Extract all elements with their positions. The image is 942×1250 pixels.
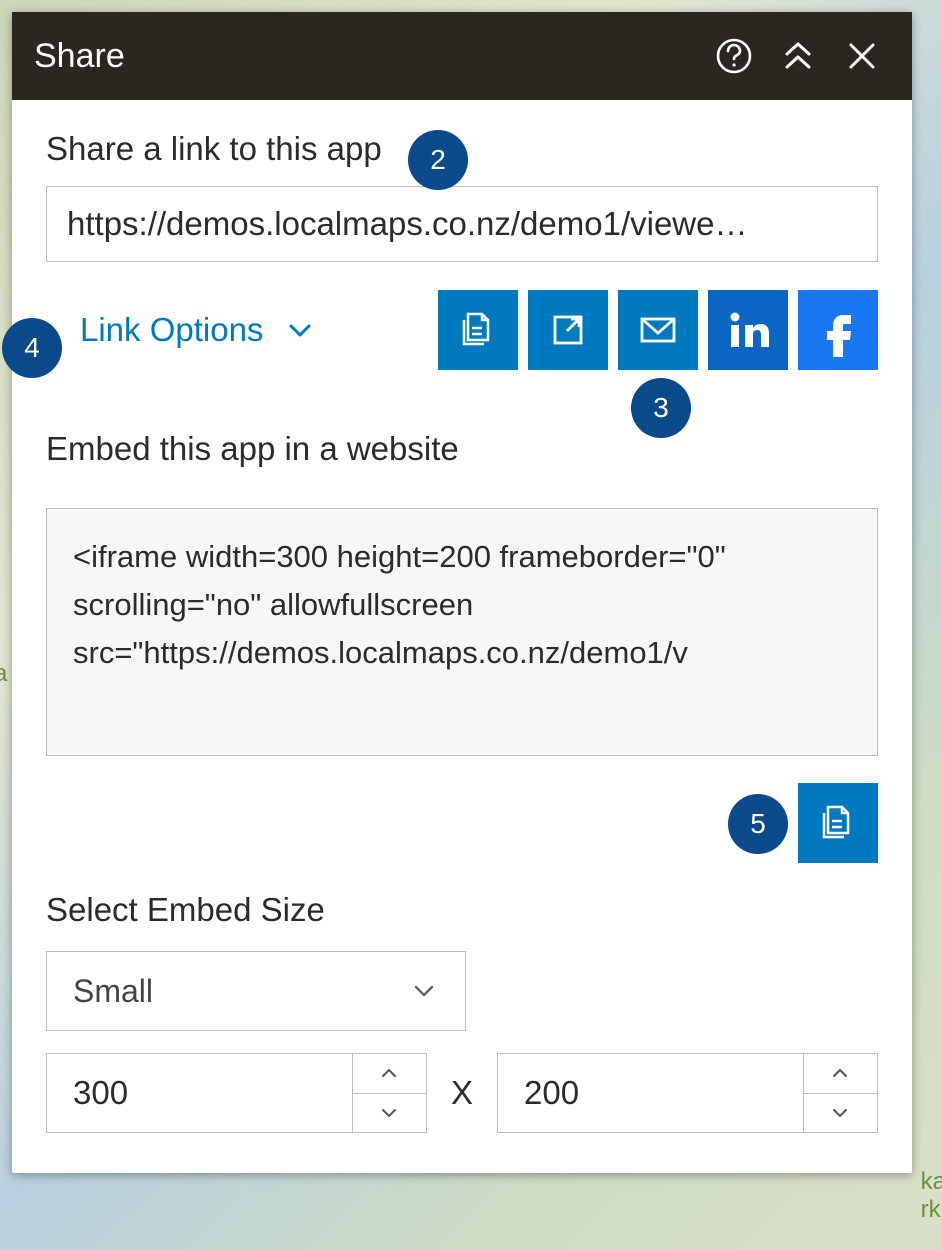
copy-icon [816,801,860,845]
titlebar: Share [12,12,912,100]
embed-heading: Embed this app in a website [46,430,878,468]
callout-2: 2 [408,130,468,190]
map-bg-label: a [0,660,7,688]
panel-body: Share a link to this app https://demos.l… [12,100,912,1173]
linkedin-icon [721,303,775,357]
height-decrement[interactable] [804,1094,877,1133]
embed-width-input[interactable]: 300 [46,1053,427,1133]
email-icon [635,307,681,353]
caret-up-icon [829,1062,851,1084]
height-increment[interactable] [804,1054,877,1094]
open-external-icon [547,309,589,351]
help-icon [714,36,754,76]
chevron-down-icon [285,315,315,345]
callout-4: 4 [2,318,62,378]
callout-5: 5 [728,794,788,854]
copy-embed-button[interactable] [798,783,878,863]
embed-height-value: 200 [498,1054,803,1132]
share-actions-row: Link Options [46,290,878,370]
help-button[interactable] [702,24,766,88]
caret-down-icon [378,1102,400,1124]
collapse-button[interactable] [766,24,830,88]
copy-icon [456,308,500,352]
width-decrement[interactable] [353,1094,426,1133]
close-button[interactable] [830,24,894,88]
embed-size-value: Small [73,973,153,1010]
facebook-icon [811,303,865,357]
embed-dimensions: 300 X 200 [46,1053,878,1133]
map-bg-label: ka rk [921,1168,942,1224]
dimension-separator: X [451,1074,473,1112]
panel-title: Share [34,37,702,76]
embed-size-heading: Select Embed Size [46,891,878,929]
caret-down-icon [829,1102,851,1124]
share-url-input[interactable]: https://demos.localmaps.co.nz/demo1/view… [46,186,878,262]
share-link-heading: Share a link to this app [46,130,382,168]
link-options-label: Link Options [80,311,263,349]
link-options-toggle[interactable]: Link Options [80,311,315,349]
facebook-share-button[interactable] [798,290,878,370]
embed-width-value: 300 [47,1054,352,1132]
linkedin-share-button[interactable] [708,290,788,370]
close-icon [845,39,879,73]
email-link-button[interactable] [618,290,698,370]
embed-size-select[interactable]: Small [46,951,466,1031]
width-increment[interactable] [353,1054,426,1094]
embed-code-textarea[interactable] [46,508,878,756]
embed-height-input[interactable]: 200 [497,1053,878,1133]
copy-link-button[interactable] [438,290,518,370]
caret-up-icon [378,1062,400,1084]
share-panel: Share Share a link to this app https://d [12,12,912,1173]
chevron-double-up-icon [779,37,817,75]
open-link-button[interactable] [528,290,608,370]
callout-3: 3 [631,378,691,438]
